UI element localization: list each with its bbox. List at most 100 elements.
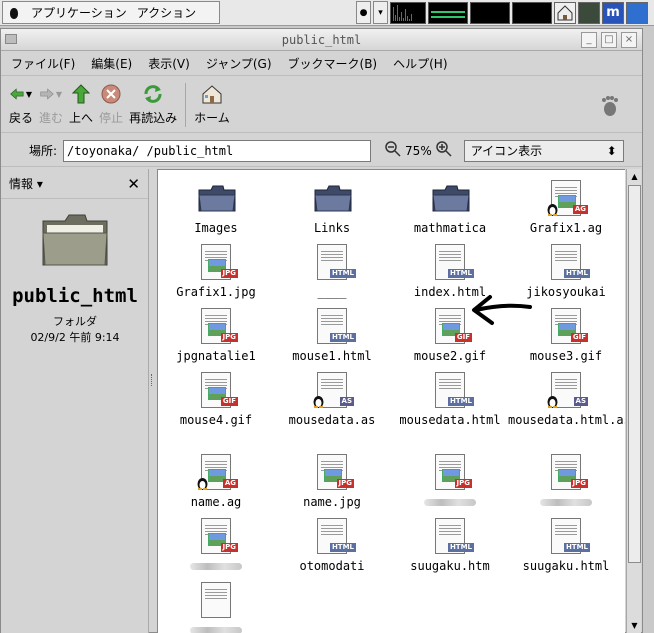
file-item[interactable]: HTML suugaku.html — [508, 516, 624, 573]
bullet-icon[interactable]: ● — [356, 1, 371, 24]
as-file-icon: AS — [546, 370, 588, 410]
file-item[interactable]: HTML mousedata.html — [392, 370, 508, 427]
file-item[interactable]: JPG — [508, 452, 624, 509]
file-item[interactable]: HTML ____ — [274, 242, 390, 299]
stop-button[interactable]: 停止 — [99, 77, 123, 126]
load-monitor-applet[interactable] — [512, 1, 552, 24]
file-item[interactable]: HTML jikosyoukai — [508, 242, 624, 299]
file-name: mousedata.html.as — [508, 413, 625, 427]
menu-file[interactable]: ファイル(F) — [11, 55, 75, 72]
scroll-down-arrow-icon[interactable]: ▼ — [628, 619, 641, 632]
file-item[interactable]: HTML index.html — [392, 242, 508, 299]
close-button[interactable]: × — [621, 32, 637, 48]
panel-menu: アプリケーション アクション — [2, 1, 220, 24]
folder-icon — [196, 178, 236, 218]
location-input[interactable]: /toyonaka/ /public_html — [63, 139, 372, 162]
file-item[interactable]: HTML otomodati — [274, 516, 390, 573]
folder-name: public_html — [12, 285, 138, 307]
file-name: mouse2.gif — [413, 349, 487, 363]
minimize-button[interactable]: _ — [581, 32, 597, 48]
file-name: otomodati — [299, 559, 365, 573]
file-name: ____ — [317, 285, 347, 299]
zoom-in-icon[interactable] — [435, 141, 452, 160]
reload-button[interactable]: 再読込み — [129, 77, 177, 126]
home-button[interactable]: ホーム — [194, 77, 230, 126]
file-item[interactable]: AS mousedata.as — [274, 370, 390, 427]
file-item[interactable]: JPG — [392, 452, 508, 509]
menu-go[interactable]: ジャンプ(G) — [206, 55, 272, 72]
jpg-file-icon: JPG — [196, 516, 238, 556]
file-name: mouse1.html — [292, 349, 372, 363]
net-monitor-applet[interactable] — [470, 1, 510, 24]
zoom-level[interactable]: 75% — [405, 144, 432, 158]
terminal-launcher-icon[interactable] — [578, 1, 600, 24]
file-item[interactable]: JPG jpgnatalie1 — [158, 306, 274, 363]
file-name: mouse3.gif — [529, 349, 603, 363]
file-name — [508, 495, 624, 509]
forward-button[interactable]: ▼ 進む — [39, 77, 63, 126]
scroll-thumb[interactable] — [628, 185, 641, 563]
location-bar: 場所: /toyonaka/ /public_html 75% アイコン表示 ⬍ — [1, 135, 642, 167]
applications-menu[interactable]: アプリケーション — [31, 4, 127, 21]
chevron-down-icon[interactable]: ▾ — [373, 1, 388, 24]
gnome-foot-icon[interactable] — [7, 5, 21, 21]
file-name: mathmatica — [413, 221, 487, 235]
file-item[interactable]: GIF mouse4.gif — [158, 370, 274, 427]
reload-icon — [142, 83, 164, 105]
title-bar[interactable]: public_html _ □ × — [1, 29, 642, 51]
up-arrow-icon — [70, 83, 92, 105]
file-name: suugaku.htm — [410, 559, 490, 573]
file-item[interactable]: AS mousedata.html.as — [508, 370, 625, 427]
side-pane-selector[interactable]: 情報 ▾ — [9, 175, 43, 192]
menu-help[interactable]: ヘルプ(H) — [393, 55, 447, 72]
file-item[interactable]: JPG Grafix1.jpg — [158, 242, 274, 299]
html-file-icon: HTML — [430, 516, 474, 556]
pane-resize-handle[interactable] — [151, 374, 154, 386]
zoom-out-icon[interactable] — [385, 141, 401, 160]
icon-view[interactable]: Images Links mathmatica AG Grafix1.ag JPG Graf… — [157, 169, 625, 633]
folder-modified-date: 02/9/2 午前 9:14 — [30, 331, 120, 344]
home-launcher-icon[interactable] — [554, 1, 576, 24]
file-item[interactable]: HTML mouse1.html — [274, 306, 390, 363]
file-name: Links — [313, 221, 351, 235]
scroll-up-arrow-icon[interactable]: ▲ — [628, 170, 641, 183]
top-panel: アプリケーション アクション ● ▾ m — [0, 0, 654, 26]
file-item[interactable]: JPG name.jpg — [274, 452, 390, 509]
toolbar: ▼ 戻る ▼ 進む 上へ 停止 再読込み ホーム — [1, 77, 642, 133]
vertical-scrollbar[interactable]: ▲ ▼ — [626, 169, 641, 633]
mozilla-launcher-icon[interactable]: m — [602, 1, 624, 24]
file-item[interactable]: AG name.ag — [158, 452, 274, 509]
html-file-icon: HTML — [312, 516, 356, 556]
stop-icon — [100, 83, 122, 105]
back-button[interactable]: ▼ 戻る — [9, 77, 33, 126]
file-item[interactable]: JPG — [158, 516, 274, 573]
close-side-pane-icon[interactable]: ✕ — [127, 175, 140, 193]
pointing-arrow-annotation — [468, 293, 532, 336]
cpu-monitor-applet[interactable] — [390, 1, 426, 24]
memory-monitor-applet[interactable] — [428, 1, 468, 24]
up-button[interactable]: 上へ — [69, 77, 93, 126]
back-arrow-icon: ▼ — [10, 83, 32, 105]
html-file-icon: HTML — [546, 516, 590, 556]
html-file-icon: HTML — [312, 242, 356, 282]
side-pane-header: 情報 ▾ ✕ — [1, 169, 148, 199]
actions-menu[interactable]: アクション — [137, 4, 196, 21]
view-mode-select[interactable]: アイコン表示 ⬍ — [463, 139, 624, 162]
file-name: Images — [194, 221, 238, 235]
file-item[interactable]: Images — [158, 178, 274, 235]
file-item[interactable]: HTML suugaku.htm — [392, 516, 508, 573]
file-item[interactable]: mathmatica — [392, 178, 508, 235]
launcher-icon[interactable] — [626, 1, 648, 24]
menu-edit[interactable]: 編集(E) — [91, 55, 132, 72]
maximize-button[interactable]: □ — [601, 32, 617, 48]
toolbar-separator — [185, 83, 187, 127]
file-item[interactable]: AG Grafix1.ag — [508, 178, 624, 235]
folder-icon — [430, 178, 470, 218]
file-item[interactable]: Links — [274, 178, 390, 235]
html-file-icon: HTML — [430, 370, 474, 410]
jpg-file-icon: JPG — [196, 242, 238, 282]
menu-view[interactable]: 表示(V) — [148, 55, 190, 72]
file-item[interactable] — [158, 580, 274, 633]
gnome-throbber-icon — [599, 95, 619, 120]
menu-bookmarks[interactable]: ブックマーク(B) — [288, 55, 378, 72]
